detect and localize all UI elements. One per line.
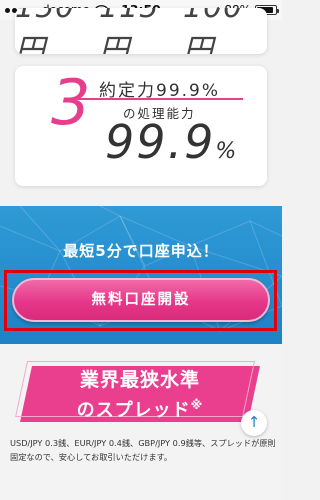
feature-card-execution: 3 約定力99.9% の処理能力 99.9% <box>15 66 267 186</box>
spread-banner-line2: のスプレッド <box>76 400 191 421</box>
price-value: 150円 <box>15 8 74 54</box>
price-value: 100円 <box>183 8 242 54</box>
feature-big-number: 99.9 <box>105 115 216 169</box>
spread-section: 業界最狭水準 のスプレッド※ ↑ USD/JPY 0.3銭、EUR/JPY 0.… <box>0 344 282 500</box>
spread-banner-line2-wrap: のスプレッド※ <box>26 393 254 423</box>
cta-section: 最短5分で口座申込！ 無料口座開設 <box>0 206 282 344</box>
price-values: 150円 115円 100円 <box>15 8 267 54</box>
open-account-button[interactable]: 無料口座開設 <box>12 278 270 322</box>
feature-divider <box>75 98 243 100</box>
spread-banner: 業界最狭水準 のスプレッド※ <box>26 368 254 423</box>
cta-lead-text: 最短5分で口座申込！ <box>63 242 219 260</box>
price-card: 150円 115円 100円 <box>15 8 267 54</box>
scroll-to-top-button[interactable]: ↑ <box>241 410 267 436</box>
spread-note: USD/JPY 0.3銭、EUR/JPY 0.4銭、GBP/JPY 0.9銭等、… <box>10 438 276 462</box>
price-value: 115円 <box>99 8 158 54</box>
feature-big-unit: % <box>215 139 239 164</box>
feature-number: 3 <box>51 66 91 139</box>
spread-banner-mark: ※ <box>190 398 204 412</box>
spread-banner-line1: 業界最狭水準 <box>79 369 200 391</box>
feature-big-value: 99.9% <box>105 119 238 165</box>
